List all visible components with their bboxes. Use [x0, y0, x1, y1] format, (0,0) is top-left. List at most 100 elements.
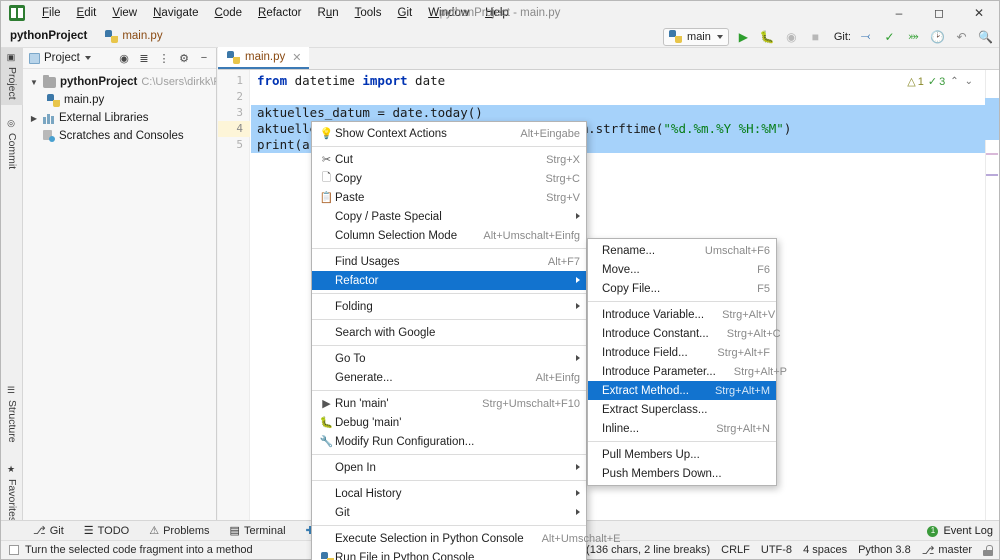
submenu-item-introduce-constant[interactable]: Introduce Constant... Strg+Alt+C — [588, 324, 776, 343]
menu-item-git[interactable]: Git — [312, 503, 586, 522]
sidebar-item-project[interactable]: ▣ Project — [1, 48, 23, 105]
collapse-all-icon[interactable]: ⋮ — [155, 49, 173, 67]
menu-item-local-history[interactable]: Local History — [312, 484, 586, 503]
tree-node-mainpy[interactable]: main.py — [23, 91, 216, 109]
menu-run[interactable]: Run — [310, 4, 347, 22]
project-title[interactable]: Project — [26, 52, 94, 64]
update-project-icon[interactable]: ⤙ — [856, 27, 875, 46]
menu-edit[interactable]: Edit — [69, 4, 105, 22]
stop-icon[interactable]: ■ — [806, 27, 825, 46]
menu-separator — [588, 301, 776, 302]
tool-button-problems[interactable]: ⚠ Problems — [139, 521, 219, 541]
submenu-item-extract-method[interactable]: Extract Method... Strg+Alt+M — [588, 381, 776, 400]
menu-tools[interactable]: Tools — [347, 4, 390, 22]
breadcrumb-project[interactable]: pythonProject — [10, 30, 87, 42]
git-branch-widget[interactable]: ⎇ master — [922, 544, 972, 557]
submenu-item-introduce-variable[interactable]: Introduce Variable... Strg+Alt+V — [588, 305, 776, 324]
line-separator[interactable]: CRLF — [721, 544, 750, 556]
menu-view[interactable]: View — [104, 4, 145, 22]
menu-item-copy[interactable]: 🗋 Copy Strg+C — [312, 169, 586, 188]
inspection-widget[interactable]: △ 1 ✓ 3 ⌃ ⌄ — [904, 74, 977, 89]
menu-file[interactable]: File — [34, 4, 69, 22]
menu-item-find-usages[interactable]: Find Usages Alt+F7 — [312, 252, 586, 271]
submenu-item-push-members-down[interactable]: Push Members Down... — [588, 464, 776, 483]
structure-icon: ☰ — [7, 386, 17, 396]
menu-item-column-selection-mode[interactable]: Column Selection Mode Alt+Umschalt+Einfg — [312, 226, 586, 245]
submenu-item-pull-members-up[interactable]: Pull Members Up... — [588, 445, 776, 464]
run-configuration-selector[interactable]: main — [663, 28, 729, 46]
run-icon[interactable]: ▶ — [734, 27, 753, 46]
tool-button-terminal[interactable]: ▤ Terminal — [220, 521, 296, 541]
menu-separator — [312, 146, 586, 147]
menu-item-modify-run-configuration[interactable]: 🔧 Modify Run Configuration... — [312, 432, 586, 451]
indent-setting[interactable]: 4 spaces — [803, 544, 847, 556]
close-icon[interactable]: ✕ — [959, 1, 999, 25]
menu-item-cut[interactable]: ✂ Cut Strg+X — [312, 150, 586, 169]
submenu-item-extract-superclass[interactable]: Extract Superclass... — [588, 400, 776, 419]
minimize-icon[interactable]: – — [879, 1, 919, 25]
menu-item-execute-selection-in-python-console[interactable]: Execute Selection in Python Console Alt+… — [312, 529, 586, 548]
chevron-down-icon[interactable]: ⌄ — [964, 76, 974, 87]
menu-item-run-file-in-python-console[interactable]: Run File in Python Console — [312, 548, 586, 560]
submenu-item-inline[interactable]: Inline... Strg+Alt+N — [588, 419, 776, 438]
menu-refactor[interactable]: Refactor — [250, 4, 309, 22]
menu-item-copy-paste-special[interactable]: Copy / Paste Special — [312, 207, 586, 226]
chevron-right-icon[interactable]: ▶ — [29, 114, 39, 123]
menu-git[interactable]: Git — [389, 4, 420, 22]
maximize-icon[interactable]: ◻ — [919, 1, 959, 25]
warning-indicator[interactable]: △ 1 — [907, 75, 924, 88]
chevron-down-icon[interactable]: ▼ — [29, 78, 39, 87]
debug-icon[interactable]: 🐛 — [758, 27, 777, 46]
menu-item-refactor[interactable]: Refactor — [312, 271, 586, 290]
python-interpreter[interactable]: Python 3.8 — [858, 544, 911, 556]
run-with-coverage-icon[interactable]: ◉ — [782, 27, 801, 46]
tree-node-scratches[interactable]: Scratches and Consoles — [23, 127, 216, 145]
sidebar-item-commit[interactable]: ◎ Commit — [1, 114, 23, 174]
history-icon[interactable]: 🕑 — [928, 27, 947, 46]
menu-item-folding[interactable]: Folding — [312, 297, 586, 316]
sidebar-item-structure[interactable]: ☰ Structure — [1, 381, 23, 448]
menu-item-run-main[interactable]: ▶ Run 'main' Strg+Umschalt+F10 — [312, 394, 586, 413]
tree-node-pythonproject[interactable]: ▼ pythonProject C:\Users\dirkk\Pycha — [23, 73, 216, 91]
inspection-ok-indicator[interactable]: ✓ 3 — [928, 75, 945, 88]
menu-item-open-in[interactable]: Open In — [312, 458, 586, 477]
menu-item-debug-main[interactable]: 🐛 Debug 'main' — [312, 413, 586, 432]
menu-item-search-with-google[interactable]: Search with Google — [312, 323, 586, 342]
hide-icon[interactable]: − — [195, 49, 213, 67]
rollback-icon[interactable]: ↶ — [952, 27, 971, 46]
tab-mainpy[interactable]: main.py ✕ — [218, 47, 309, 69]
submenu-item-move[interactable]: Move... F6 — [588, 260, 776, 279]
menu-help[interactable]: Help — [477, 4, 517, 22]
submenu-item-introduce-parameter[interactable]: Introduce Parameter... Strg+Alt+P — [588, 362, 776, 381]
library-icon — [43, 112, 55, 124]
scope-icon[interactable]: ◉ — [115, 49, 133, 67]
search-everywhere-icon[interactable]: 🔍 — [976, 27, 995, 46]
submenu-item-rename[interactable]: Rename... Umschalt+F6 — [588, 241, 776, 260]
event-log-button[interactable]: 1 Event Log — [927, 521, 993, 541]
chevron-up-icon[interactable]: ⌃ — [949, 76, 959, 87]
close-icon[interactable]: ✕ — [292, 51, 301, 64]
menu-navigate[interactable]: Navigate — [145, 4, 206, 22]
file-encoding[interactable]: UTF-8 — [761, 544, 792, 556]
settings-gear-icon[interactable]: ⚙ — [175, 49, 193, 67]
editor-marker-bar[interactable] — [985, 70, 999, 527]
menu-item-show-context-actions[interactable]: 💡 Show Context Actions Alt+Eingabe — [312, 124, 586, 143]
menu-code[interactable]: Code — [207, 4, 251, 22]
python-file-icon — [105, 30, 118, 43]
menu-window[interactable]: Window — [420, 4, 477, 22]
tool-button-todo[interactable]: ☰ TODO — [74, 521, 139, 541]
lock-icon[interactable] — [983, 545, 993, 556]
menu-item-paste[interactable]: 📋 Paste Strg+V — [312, 188, 586, 207]
tool-button-git[interactable]: ⎇ Git — [23, 521, 74, 541]
tree-node-external-libraries[interactable]: ▶ External Libraries — [23, 109, 216, 127]
submenu-item-introduce-field[interactable]: Introduce Field... Strg+Alt+F — [588, 343, 776, 362]
menu-item-generate[interactable]: Generate... Alt+Einfg — [312, 368, 586, 387]
expand-all-icon[interactable]: ≣ — [135, 49, 153, 67]
commit-icon[interactable]: ✓ — [880, 27, 899, 46]
sidebar-item-favorites[interactable]: ★ Favorites — [1, 460, 23, 527]
submenu-item-copy-file[interactable]: Copy File... F5 — [588, 279, 776, 298]
menu-item-go-to[interactable]: Go To — [312, 349, 586, 368]
editor-gutter[interactable]: 1 2 3 4 5 — [218, 70, 250, 527]
breadcrumb-file[interactable]: main.py — [105, 30, 162, 43]
push-icon[interactable]: ⤗ — [904, 27, 923, 46]
